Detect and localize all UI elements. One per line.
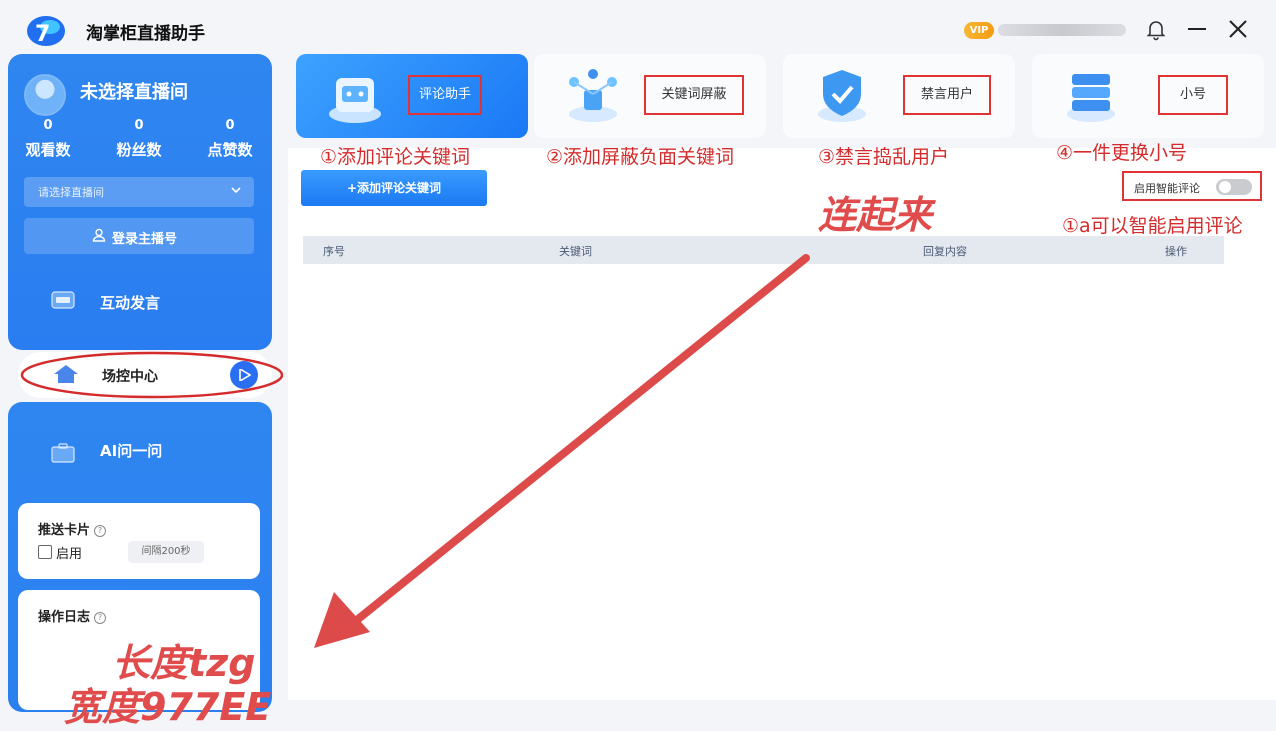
login-anchor-label: 登录主播号 [112,232,178,247]
room-name: 未选择直播间 [80,82,188,103]
log-card-title: 操作日志? [38,606,107,625]
chevron-down-icon [231,187,241,194]
push-card-checkbox[interactable] [38,545,52,559]
toggle-knob [1219,181,1231,193]
server-stack-icon [1067,74,1115,122]
room-select-placeholder: 请选择直播间 [38,186,104,199]
tab-keyword-block[interactable]: 关键词屏蔽 [534,54,766,138]
tab-label: 禁言用户 [903,75,991,115]
vip-badge: VIP [964,22,994,39]
user-icon [92,228,106,242]
shield-check-icon [818,70,866,122]
push-interval-field[interactable]: 间隔200秒 [128,541,204,563]
tab-label: 小号 [1158,75,1228,115]
sidebar-item-label: AI问一问 [100,442,163,460]
viewer-count: 0 [43,118,53,133]
column-header-keyword: 关键词 [559,245,592,258]
help-icon[interactable]: ? [94,611,107,624]
column-header-reply: 回复内容 [923,245,967,258]
annotation-step1: ①添加评论关键词 [320,146,471,168]
fan-label: 粉丝数 [116,141,162,159]
tab-mute-user[interactable]: 禁言用户 [783,54,1015,138]
smart-comment-toggle[interactable] [1216,179,1252,195]
push-card-enable-label: 启用 [56,547,83,562]
fan-count: 0 [134,118,144,133]
column-header-index: 序号 [323,245,345,258]
like-count: 0 [225,118,235,133]
smart-comment-label: 启用智能评论 [1134,182,1200,195]
annotation-step4: ④一件更换小号 [1056,142,1188,164]
tab-label: 关键词屏蔽 [644,75,744,115]
room-select[interactable]: 请选择直播间 [24,177,254,207]
bell-icon[interactable] [1144,17,1168,41]
add-comment-keyword-button[interactable]: +添加评论关键词 [301,170,487,206]
play-button[interactable] [230,361,258,389]
column-header-action: 操作 [1165,245,1187,258]
keyword-network-icon [569,69,617,122]
house-icon [54,365,78,383]
app-logo-icon: 7 [27,16,65,47]
sidebar-item-label: 互动发言 [100,294,161,312]
ai-case-icon [51,443,75,463]
chat-image-icon [51,291,75,309]
tab-label: 评论助手 [408,75,482,115]
avatar [24,74,66,116]
app-title: 淘掌柜直播助手 [86,24,205,44]
sidebar-item-label: 场控中心 [102,369,158,385]
help-icon[interactable]: ? [94,524,107,537]
svg-text:7: 7 [35,22,50,47]
minimize-icon[interactable] [1185,17,1209,41]
account-name-blurred[interactable] [998,24,1126,36]
like-label: 点赞数 [207,141,253,159]
close-icon[interactable] [1226,17,1250,41]
watermark-width: 宽度977EE [64,685,272,729]
login-anchor-button[interactable]: 登录主播号 [24,218,254,254]
sidebar-item-control-center[interactable]: 场控中心 [18,352,272,398]
comment-robot-icon [329,78,381,123]
title-bar: 7 淘掌柜直播助手 VIP [0,0,1276,56]
annotation-step1a: ①a可以智能启用评论 [1062,215,1243,237]
smart-comment-toggle-area: 启用智能评论 [1122,171,1262,201]
play-icon [239,369,251,381]
keyword-table-header: 序号 关键词 回复内容 操作 [303,236,1224,264]
annotation-step3: ③禁言捣乱用户 [818,146,950,168]
viewer-label: 观看数 [25,141,71,159]
annotation-step2: ②添加屏蔽负面关键词 [546,146,735,168]
annotation-connect: 连起来 [818,193,933,237]
push-card-title: 推送卡片? [38,519,107,538]
tab-comment-assistant[interactable]: 评论助手 [296,54,528,138]
tab-alt-account[interactable]: 小号 [1032,54,1264,138]
